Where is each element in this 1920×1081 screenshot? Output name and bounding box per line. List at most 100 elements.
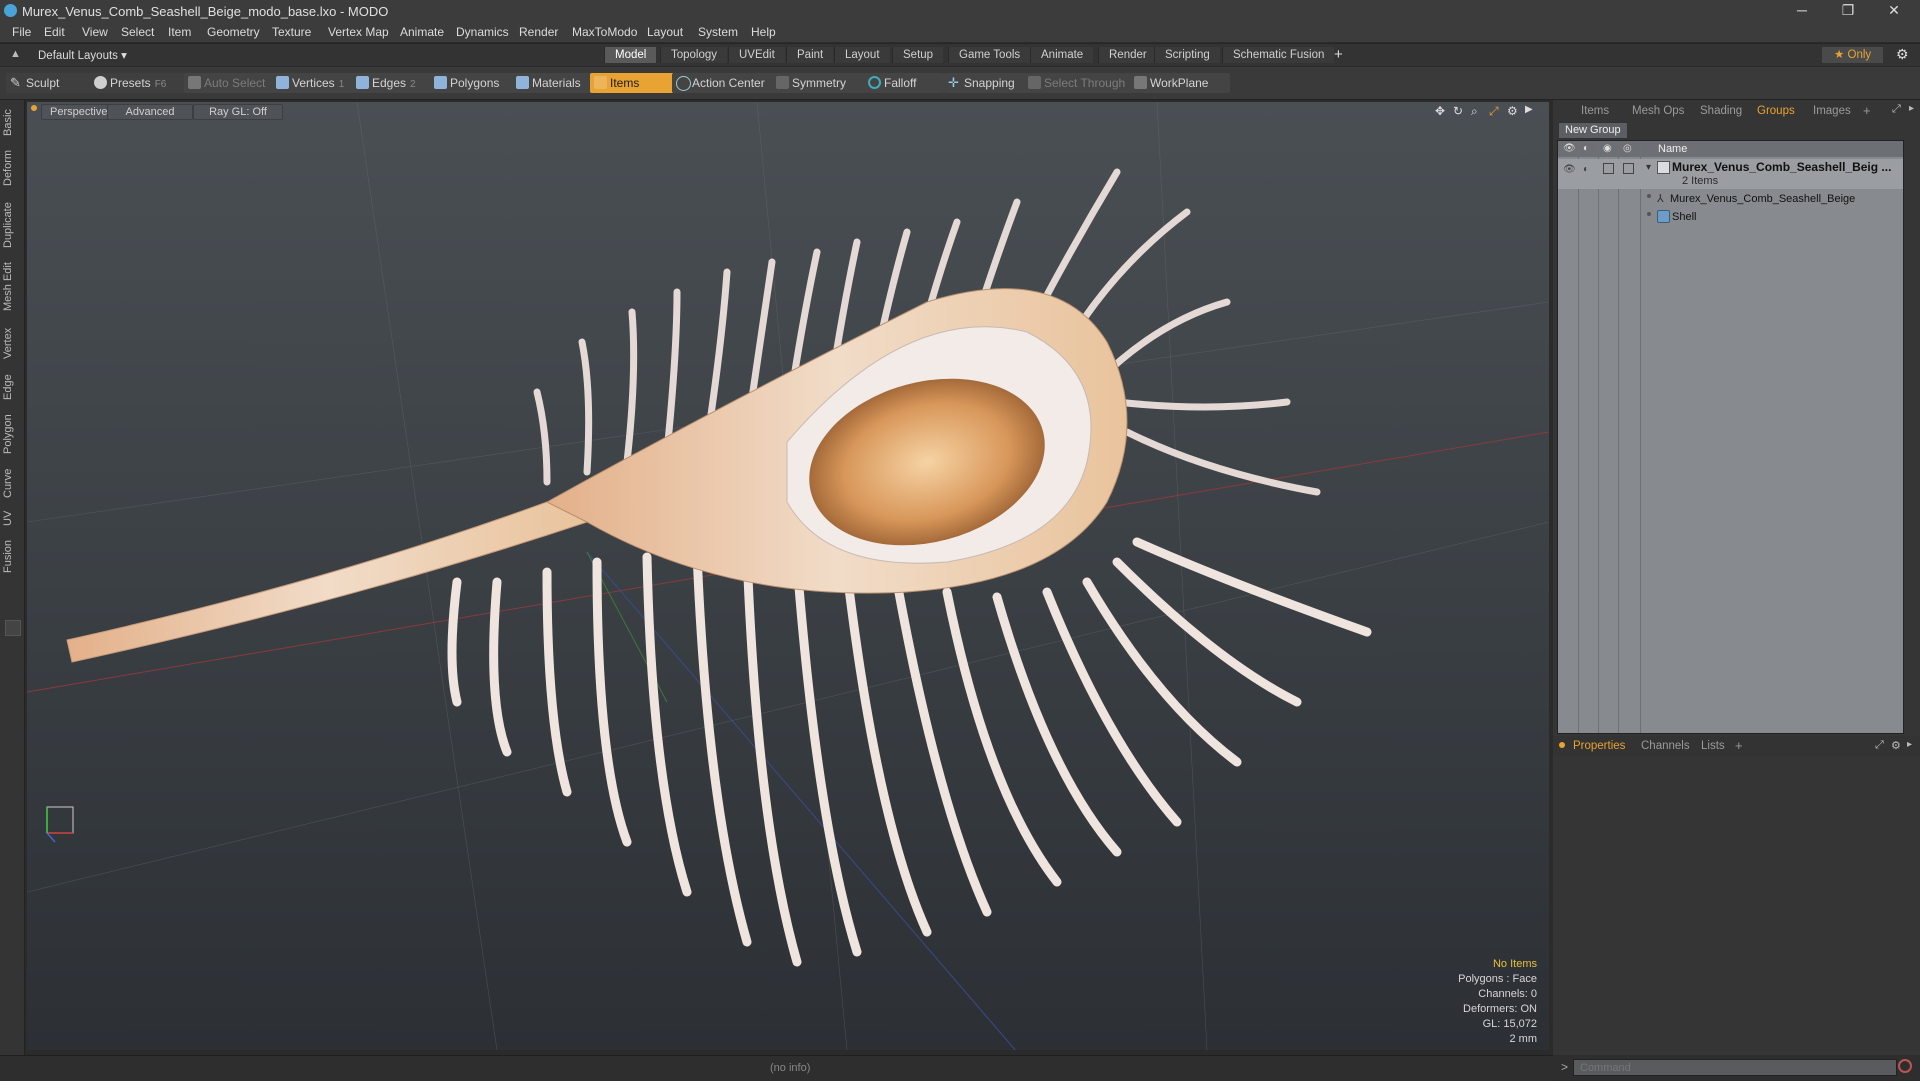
lock-checkbox[interactable] bbox=[1603, 163, 1614, 174]
command-input[interactable] bbox=[1573, 1059, 1897, 1076]
tab-paint[interactable]: Paint bbox=[786, 47, 834, 63]
new-group-button[interactable]: New Group bbox=[1558, 122, 1628, 139]
vtab-duplicate[interactable]: Duplicate bbox=[2, 198, 20, 252]
vtab-basic[interactable]: Basic bbox=[2, 106, 20, 140]
menu-layout[interactable]: Layout bbox=[647, 25, 683, 39]
tab-topology[interactable]: Topology bbox=[660, 47, 728, 63]
menu-animate[interactable]: Animate bbox=[400, 25, 444, 39]
vtab-uv[interactable]: UV bbox=[2, 506, 20, 530]
select-header-icon[interactable]: ◎ bbox=[1623, 143, 1632, 154]
tab-images[interactable]: Images bbox=[1813, 105, 1851, 117]
vtab-deform[interactable]: Deform bbox=[2, 146, 20, 190]
snapping-button[interactable]: ✛ Snapping bbox=[944, 73, 1036, 93]
vtab-polygon[interactable]: Polygon bbox=[2, 410, 20, 458]
record-icon[interactable] bbox=[1898, 1059, 1912, 1073]
tab-render[interactable]: Render bbox=[1098, 47, 1157, 63]
list-item[interactable]: ⅄ Murex_Venus_Comb_Seashell_Beige bbox=[1641, 191, 1903, 208]
tab-model[interactable]: Model bbox=[604, 47, 657, 63]
snapping-label: Snapping bbox=[964, 76, 1015, 90]
vtab-vertex[interactable]: Vertex bbox=[2, 322, 20, 364]
panel-menu-icon[interactable]: ▸ bbox=[1909, 103, 1914, 114]
tab-animate[interactable]: Animate bbox=[1030, 47, 1094, 63]
render-header-icon[interactable]: ◐ bbox=[1583, 143, 1589, 154]
3d-viewport[interactable]: Perspective Advanced Ray GL: Off ✥ ↻ ⌕ ⤢… bbox=[27, 102, 1549, 1050]
fit-view-icon[interactable]: ⤢ bbox=[1489, 104, 1499, 119]
vtab-fusion[interactable]: Fusion bbox=[2, 536, 20, 576]
layout-up-icon[interactable]: ▲ bbox=[10, 48, 21, 60]
menu-select[interactable]: Select bbox=[121, 25, 154, 39]
menu-item[interactable]: Item bbox=[168, 25, 191, 39]
lock-header-icon[interactable]: ◉ bbox=[1603, 143, 1612, 154]
menu-view[interactable]: View bbox=[82, 25, 108, 39]
menu-dynamics[interactable]: Dynamics bbox=[456, 25, 509, 39]
vtab-mesh-edit[interactable]: Mesh Edit bbox=[2, 260, 20, 314]
panel-options-icon[interactable] bbox=[1559, 742, 1565, 748]
tab-shading[interactable]: Shading bbox=[1700, 105, 1742, 117]
auto-select-icon bbox=[188, 76, 201, 89]
zoom-view-icon[interactable]: ⌕ bbox=[1471, 104, 1478, 119]
restore-button[interactable]: ❐ bbox=[1828, 2, 1868, 20]
viewport-gear-icon[interactable]: ⚙ bbox=[1507, 104, 1518, 118]
tab-setup[interactable]: Setup bbox=[892, 47, 944, 63]
left-strip-toggle[interactable] bbox=[5, 620, 21, 636]
tab-game-tools[interactable]: Game Tools bbox=[948, 47, 1031, 63]
menu-maxtomodo[interactable]: MaxToModo bbox=[572, 25, 637, 39]
tab-uvedit[interactable]: UVEdit bbox=[728, 47, 785, 63]
menu-file[interactable]: File bbox=[12, 25, 31, 39]
render-icon[interactable]: ◐ bbox=[1583, 164, 1589, 175]
menu-edit[interactable]: Edit bbox=[44, 25, 65, 39]
add-layout-tab-button[interactable]: + bbox=[1334, 46, 1343, 63]
tab-lists[interactable]: Lists bbox=[1701, 740, 1725, 752]
add-panel-tab-button[interactable]: + bbox=[1863, 103, 1871, 118]
advanced-dropdown[interactable]: Advanced bbox=[107, 104, 193, 120]
gear-icon[interactable]: ⚙ bbox=[1896, 46, 1909, 63]
status-info: (no info) bbox=[770, 1062, 811, 1074]
layout-selector[interactable]: Default Layouts ▾ bbox=[38, 48, 127, 62]
auto-select-button[interactable]: Auto Select bbox=[184, 73, 286, 93]
workplane-button[interactable]: WorkPlane bbox=[1130, 73, 1230, 93]
menu-geometry[interactable]: Geometry bbox=[207, 25, 260, 39]
props-menu-icon[interactable]: ▸ bbox=[1907, 739, 1912, 750]
falloff-button[interactable]: Falloff bbox=[864, 73, 944, 93]
tab-scripting[interactable]: Scripting bbox=[1154, 47, 1220, 63]
tab-layout[interactable]: Layout bbox=[834, 47, 890, 63]
list-item[interactable]: Shell bbox=[1641, 209, 1903, 226]
visibility-icon[interactable]: 👁 bbox=[1563, 164, 1576, 175]
items-button[interactable]: Items bbox=[590, 73, 674, 93]
vtab-edge[interactable]: Edge bbox=[2, 370, 20, 404]
menu-texture[interactable]: Texture bbox=[272, 25, 311, 39]
menu-vertex-map[interactable]: Vertex Map bbox=[328, 25, 389, 39]
rotate-view-icon[interactable]: ↻ bbox=[1453, 104, 1463, 118]
props-expand-icon[interactable]: ⤢ bbox=[1875, 739, 1884, 752]
action-center-button[interactable]: Action Center bbox=[672, 73, 786, 93]
tab-mesh-ops[interactable]: Mesh Ops bbox=[1632, 105, 1684, 117]
tab-groups[interactable]: Groups bbox=[1757, 105, 1795, 117]
viewport-expand-icon[interactable]: ▶ bbox=[1525, 104, 1533, 115]
panel-expand-icon[interactable]: ⤢ bbox=[1892, 103, 1901, 116]
tab-properties[interactable]: Properties bbox=[1573, 740, 1625, 752]
visibility-header-icon[interactable]: 👁 bbox=[1563, 143, 1576, 154]
menu-system[interactable]: System bbox=[698, 25, 738, 39]
minimize-button[interactable]: ─ bbox=[1782, 2, 1822, 20]
group-row[interactable]: 👁 ◐ ▾ Murex_Venus_Comb_Seashell_Beig ...… bbox=[1558, 159, 1903, 189]
select-checkbox[interactable] bbox=[1623, 163, 1634, 174]
only-toggle[interactable]: ★ Only bbox=[1822, 47, 1884, 63]
add-props-tab-button[interactable]: + bbox=[1735, 738, 1743, 753]
tab-schematic-fusion[interactable]: Schematic Fusion bbox=[1222, 47, 1335, 63]
move-view-icon[interactable]: ✥ bbox=[1435, 104, 1445, 118]
select-through-button[interactable]: Select Through bbox=[1024, 73, 1136, 93]
name-column-header[interactable]: Name bbox=[1658, 143, 1687, 155]
viewport-options-icon[interactable] bbox=[31, 105, 37, 111]
menu-help[interactable]: Help bbox=[751, 25, 776, 39]
sculpt-button[interactable]: ✎ Sculpt bbox=[6, 73, 92, 93]
presets-button[interactable]: Presets F6 bbox=[90, 73, 192, 93]
raygl-toggle[interactable]: Ray GL: Off bbox=[193, 104, 283, 120]
expand-arrow-icon[interactable]: ▾ bbox=[1646, 162, 1651, 173]
vtab-curve[interactable]: Curve bbox=[2, 464, 20, 502]
menu-render[interactable]: Render bbox=[519, 25, 558, 39]
symmetry-button[interactable]: Symmetry bbox=[772, 73, 870, 93]
props-gear-icon[interactable]: ⚙ bbox=[1891, 739, 1901, 752]
tab-channels[interactable]: Channels bbox=[1641, 740, 1690, 752]
close-button[interactable]: ✕ bbox=[1874, 2, 1914, 20]
tab-items[interactable]: Items bbox=[1581, 105, 1609, 117]
